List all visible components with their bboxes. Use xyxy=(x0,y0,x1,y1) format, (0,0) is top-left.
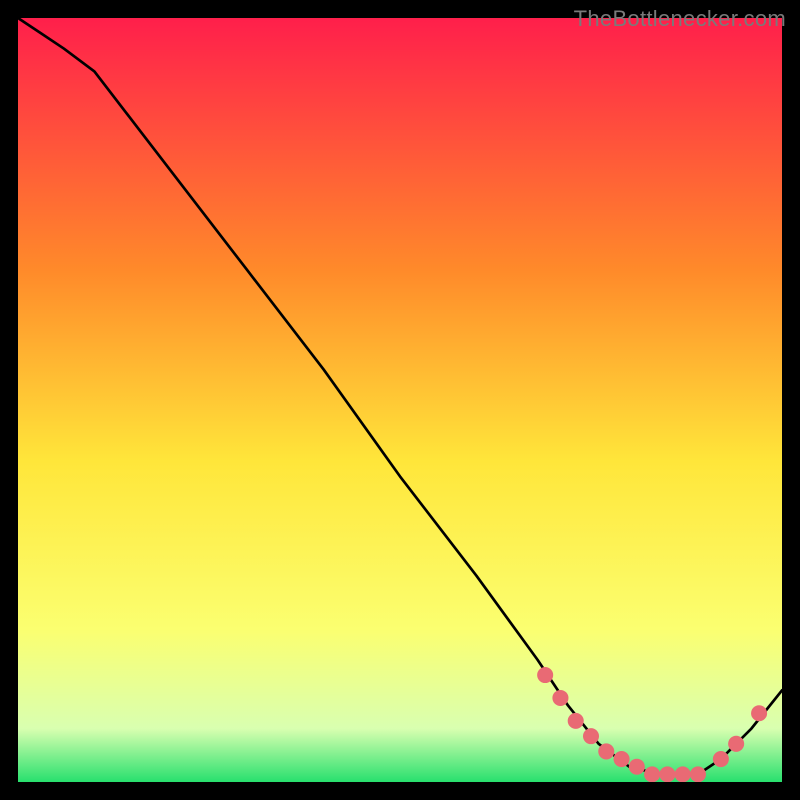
marker-dot xyxy=(537,667,553,683)
marker-dot xyxy=(629,759,645,775)
marker-dot xyxy=(713,751,729,767)
marker-dot xyxy=(728,736,744,752)
marker-dot xyxy=(675,766,691,782)
chart-background xyxy=(18,18,782,782)
marker-dot xyxy=(644,766,660,782)
marker-dot xyxy=(751,705,767,721)
marker-dot xyxy=(614,751,630,767)
marker-dot xyxy=(583,728,599,744)
marker-dot xyxy=(690,766,706,782)
marker-dot xyxy=(659,766,675,782)
watermark-text: TheBottlenecker.com xyxy=(574,6,786,32)
marker-dot xyxy=(552,690,568,706)
chart-stage: TheBottlenecker.com xyxy=(0,0,800,800)
chart-svg xyxy=(18,18,782,782)
marker-dot xyxy=(568,713,584,729)
marker-dot xyxy=(598,743,614,759)
chart-plot xyxy=(18,18,782,782)
